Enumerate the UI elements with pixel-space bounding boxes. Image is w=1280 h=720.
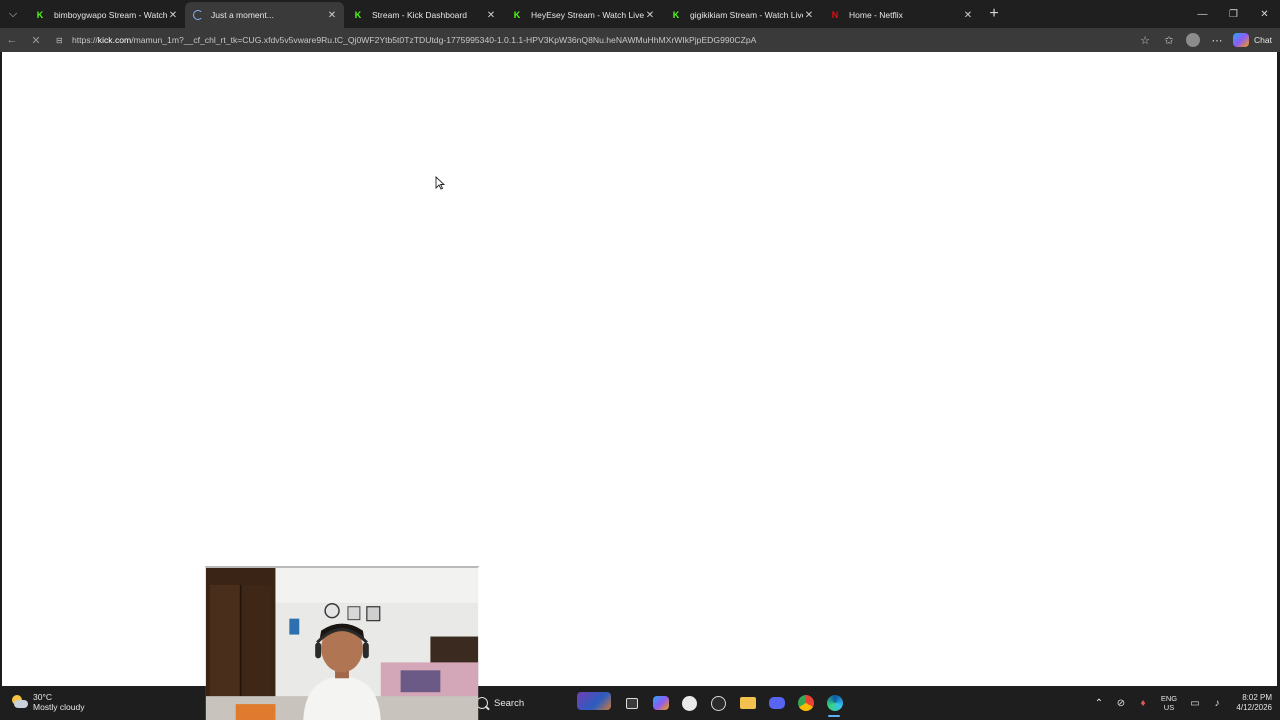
- kick-icon: K: [36, 10, 44, 20]
- favorites-icon[interactable]: ✩: [1157, 30, 1181, 50]
- favorite-star-icon[interactable]: ☆: [1133, 30, 1157, 50]
- more-menu-icon[interactable]: ⋯: [1205, 30, 1229, 50]
- kick-icon: K: [672, 10, 680, 20]
- close-tab-icon[interactable]: ✕: [803, 10, 815, 21]
- avatar: [1186, 33, 1201, 47]
- close-tab-icon[interactable]: ✕: [644, 10, 656, 21]
- smiley-icon: [682, 695, 697, 711]
- copilot-taskbar-button[interactable]: [646, 691, 675, 715]
- tab-title: gigikikiam Stream - Watch Live on Kick: [690, 10, 803, 20]
- search-highlight-image[interactable]: [577, 692, 611, 710]
- address-bar[interactable]: ⊟ https://kick.com/mamun_1m?__cf_chl_rt_…: [56, 30, 1154, 50]
- tab-just-a-moment[interactable]: Just a moment... ✕: [185, 2, 344, 28]
- task-view-button[interactable]: [617, 691, 646, 715]
- webcam-overlay: [205, 566, 479, 720]
- pinned-apps: [617, 691, 849, 717]
- display-icon[interactable]: ▭: [1184, 686, 1206, 720]
- kick-icon: K: [354, 10, 362, 20]
- url-path: /mamun_1m?__cf_chl_rt_tk=CUG.xfdv5v5vwar…: [131, 35, 757, 45]
- tab-strip: ⌵ K bimboygwapo Stream - Watch Live on K…: [0, 0, 1280, 28]
- language-indicator[interactable]: ENG US: [1154, 694, 1184, 712]
- steam-icon: [711, 695, 726, 711]
- system-tray: ⌃ ⊘ ♦ ENG US ▭ ♪ 8:02 PM 4/12/2026: [1088, 686, 1280, 720]
- discord-icon: [768, 697, 785, 709]
- close-tab-icon[interactable]: ✕: [485, 10, 497, 21]
- page-content: [2, 52, 1277, 686]
- toolbar: ← ✕ ⊟ https://kick.com/mamun_1m?__cf_chl…: [0, 28, 1280, 52]
- microphone-icon[interactable]: ♦: [1132, 686, 1154, 720]
- tab-bimboygwapo[interactable]: K bimboygwapo Stream - Watch Live on Kic…: [26, 2, 185, 28]
- file-explorer-button[interactable]: [733, 691, 762, 715]
- edge-button[interactable]: [820, 691, 849, 717]
- tab-title: HeyEsey Stream - Watch Live on Kick: [531, 10, 644, 20]
- toolbar-actions: ☆ ✩ ⋯ Chat: [1133, 30, 1272, 50]
- stop-loading-button[interactable]: ✕: [24, 28, 48, 52]
- task-view-icon: [625, 697, 638, 709]
- clock-date: 4/12/2026: [1236, 703, 1272, 712]
- weather-widget[interactable]: 30°C Mostly cloudy: [10, 692, 85, 712]
- edge-icon: [826, 695, 843, 711]
- clock-time: 8:02 PM: [1242, 693, 1272, 702]
- tab-gigikikiam[interactable]: K gigikikiam Stream - Watch Live on Kick…: [662, 2, 821, 28]
- folder-icon: [739, 697, 756, 709]
- close-tab-icon[interactable]: ✕: [167, 10, 179, 21]
- tab-kick-dashboard[interactable]: K Stream - Kick Dashboard ✕: [344, 2, 503, 28]
- language-code: ENG: [1160, 694, 1178, 703]
- close-tab-icon[interactable]: ✕: [326, 10, 338, 21]
- new-tab-button[interactable]: +: [982, 2, 1006, 26]
- copilot-icon: [652, 696, 669, 710]
- weather-condition: Mostly cloudy: [33, 702, 85, 712]
- tab-title: Home - Netflix: [849, 10, 903, 20]
- discord-button[interactable]: [762, 691, 791, 715]
- url-host: kick.com: [97, 35, 132, 45]
- clock[interactable]: 8:02 PM 4/12/2026: [1228, 693, 1280, 713]
- back-button[interactable]: ←: [0, 28, 24, 52]
- profile-button[interactable]: [1181, 30, 1205, 50]
- mouse-cursor-icon: [435, 176, 445, 190]
- show-hidden-icons-button[interactable]: ⌃: [1088, 686, 1110, 720]
- steam-button[interactable]: [704, 691, 733, 715]
- close-tab-icon[interactable]: ✕: [962, 10, 974, 21]
- chrome-button[interactable]: [791, 691, 820, 715]
- copilot-icon: [1233, 33, 1250, 47]
- emoji-app-button[interactable]: [675, 691, 704, 715]
- copilot-chat-button[interactable]: Chat: [1229, 33, 1272, 47]
- url-scheme: https://: [72, 35, 98, 45]
- tab-actions-menu-button[interactable]: ⌵: [0, 0, 26, 28]
- tab-title: Stream - Kick Dashboard: [372, 10, 467, 20]
- tab-heyesey[interactable]: K HeyEsey Stream - Watch Live on Kick ✕: [503, 2, 662, 28]
- close-window-button[interactable]: ✕: [1249, 0, 1280, 28]
- tab-title: Just a moment...: [211, 10, 274, 20]
- weather-temperature: 30°C: [33, 692, 52, 702]
- search-label: Search: [494, 697, 525, 709]
- partly-cloudy-icon: [10, 694, 28, 710]
- region-code: US: [1163, 703, 1175, 712]
- kick-icon: K: [513, 10, 521, 20]
- volume-icon[interactable]: ♪: [1206, 686, 1228, 720]
- tab-title: bimboygwapo Stream - Watch Live on Kick: [54, 10, 167, 20]
- tab-netflix[interactable]: N Home - Netflix ✕: [821, 2, 980, 28]
- restore-button[interactable]: ❐: [1218, 0, 1249, 28]
- network-off-icon[interactable]: ⊘: [1110, 686, 1132, 720]
- minimize-button[interactable]: —: [1187, 0, 1218, 28]
- loading-spinner-icon: [193, 10, 203, 20]
- window-controls: — ❐ ✕: [1187, 0, 1280, 28]
- site-info-icon[interactable]: ⊟: [56, 36, 70, 45]
- chat-label: Chat: [1254, 35, 1272, 45]
- taskbar: 30°C Mostly cloudy Search ⌃ ⊘ ♦ ENG US ▭…: [0, 686, 1280, 720]
- chrome-icon: [797, 695, 814, 711]
- netflix-icon: N: [831, 10, 839, 20]
